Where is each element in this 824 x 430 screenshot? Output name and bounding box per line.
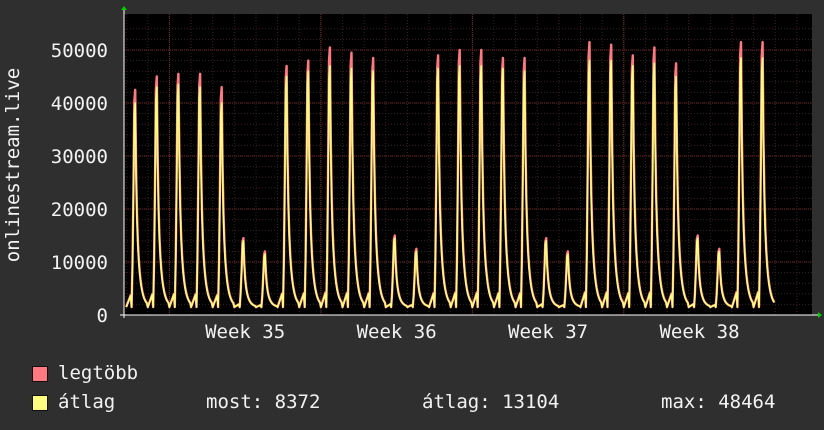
legend-label-max: legtöbb [58, 362, 139, 384]
y-tick-label: 30000 [51, 146, 108, 168]
y-tick-label: 40000 [51, 93, 108, 115]
y-tick-label: 50000 [51, 40, 108, 62]
stat-now: most: 8372 [206, 391, 321, 413]
x-tick-label: Week 36 [357, 321, 437, 343]
legend-label-avg: átlag [58, 391, 116, 413]
legend-swatch-avg [32, 395, 48, 411]
y-tick-label: 10000 [51, 252, 108, 274]
x-axis-arrow [818, 312, 822, 318]
y-axis-arrow [121, 6, 127, 10]
x-tick-label: Week 35 [205, 321, 285, 343]
y-axis-label: onlinestream.live [2, 68, 24, 262]
y-tick-label: 0 [97, 305, 108, 327]
stat-max: max: 48464 [661, 391, 776, 413]
x-tick-label: Week 37 [508, 321, 588, 343]
x-tick-label: Week 38 [659, 321, 739, 343]
y-tick-label: 20000 [51, 199, 108, 221]
stat-avg: átlag: 13104 [422, 391, 560, 413]
legend-swatch-max [32, 366, 48, 382]
